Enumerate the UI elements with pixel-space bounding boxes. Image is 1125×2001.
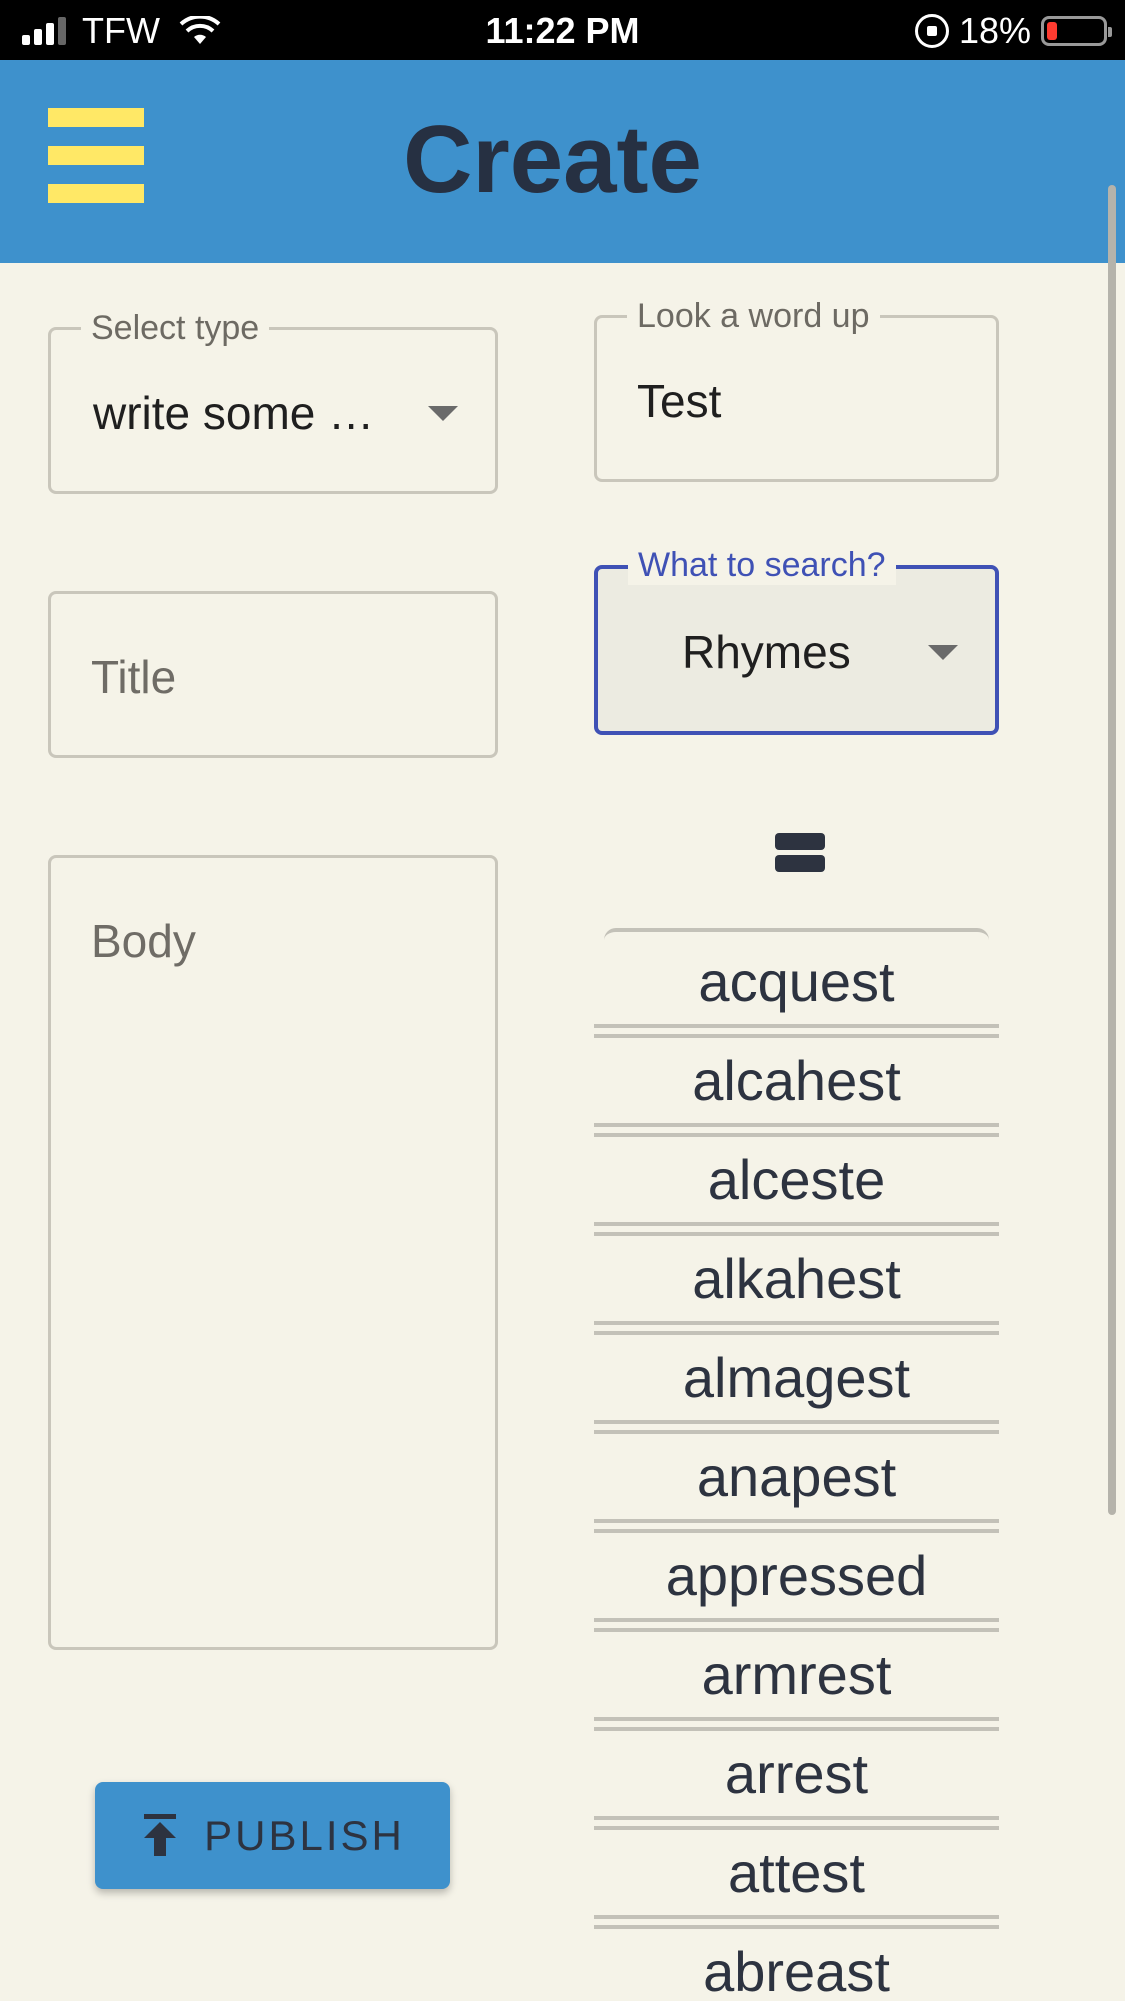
status-bar: TFW 11:22 PM 18% bbox=[0, 0, 1125, 60]
chevron-down-icon bbox=[928, 645, 958, 660]
word-lookup-value: Test bbox=[637, 375, 722, 427]
list-item[interactable]: acquest bbox=[594, 940, 999, 1039]
list-item[interactable]: appressed bbox=[594, 1534, 999, 1633]
drag-handle-icon[interactable] bbox=[775, 833, 825, 873]
battery-level bbox=[1047, 22, 1057, 40]
list-item[interactable]: almagest bbox=[594, 1336, 999, 1435]
list-item[interactable]: abreast bbox=[594, 1930, 999, 2001]
page-title: Create bbox=[403, 106, 702, 213]
result-word: armrest bbox=[701, 1643, 892, 1706]
publish-label: PUBLISH bbox=[204, 1811, 405, 1859]
select-type-value: write some … bbox=[93, 387, 375, 439]
word-lookup-label: Look a word up bbox=[627, 296, 880, 336]
list-item[interactable]: alkahest bbox=[594, 1237, 999, 1336]
result-word: anapest bbox=[696, 1445, 897, 1508]
result-word: acquest bbox=[698, 950, 895, 1013]
search-type-label: What to search? bbox=[628, 545, 896, 585]
hamburger-menu-icon[interactable] bbox=[48, 108, 144, 204]
list-item[interactable]: anapest bbox=[594, 1435, 999, 1534]
result-word: alkahest bbox=[692, 1247, 901, 1310]
results-top-edge bbox=[604, 928, 989, 940]
word-lookup-input[interactable]: Look a word up Test bbox=[594, 296, 999, 482]
select-type-dropdown[interactable]: Select type write some … bbox=[48, 308, 498, 494]
list-item[interactable]: armrest bbox=[594, 1633, 999, 1732]
body-placeholder: Body bbox=[91, 915, 196, 967]
result-word: almagest bbox=[682, 1346, 911, 1409]
rhyme-results-list: acquest alcahest alceste alkahest almagest an… bbox=[594, 928, 999, 2001]
publish-button[interactable]: PUBLISH bbox=[95, 1782, 450, 1889]
status-right: 18% bbox=[914, 10, 1112, 52]
battery-icon bbox=[1041, 16, 1112, 46]
results-list: acquest alcahest alceste alkahest almagest an… bbox=[594, 940, 999, 2001]
list-item[interactable]: alcahest bbox=[594, 1039, 999, 1138]
list-item[interactable]: arrest bbox=[594, 1732, 999, 1831]
battery-percent: 18% bbox=[958, 10, 1031, 51]
result-word: abreast bbox=[703, 1940, 890, 2001]
select-type-label: Select type bbox=[81, 308, 270, 348]
chevron-down-icon bbox=[428, 406, 458, 421]
app-bar: Create bbox=[0, 60, 1125, 263]
body-textarea[interactable]: Body bbox=[48, 855, 498, 1650]
result-word: alcahest bbox=[692, 1049, 901, 1112]
result-word: arrest bbox=[724, 1742, 869, 1805]
search-type-value: Rhymes bbox=[682, 626, 851, 678]
result-word: attest bbox=[728, 1841, 865, 1904]
result-word: appressed bbox=[665, 1544, 928, 1607]
result-word: alceste bbox=[707, 1148, 886, 1211]
title-placeholder: Title bbox=[91, 651, 177, 703]
search-type-dropdown[interactable]: What to search? Rhymes bbox=[594, 545, 999, 735]
list-item[interactable]: alceste bbox=[594, 1138, 999, 1237]
page-scrollbar[interactable] bbox=[1108, 185, 1116, 1515]
rotation-lock-icon bbox=[914, 14, 949, 48]
upload-icon bbox=[144, 1813, 177, 1856]
list-item[interactable]: attest bbox=[594, 1831, 999, 1930]
title-input[interactable]: Title bbox=[48, 591, 498, 758]
